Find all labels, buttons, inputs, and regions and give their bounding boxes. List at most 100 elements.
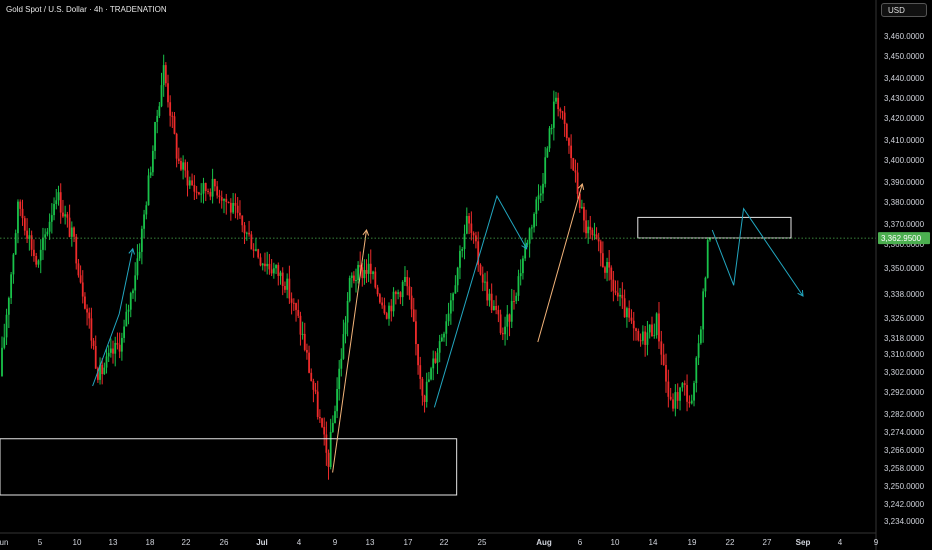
time-tick-label: 5 [38,538,43,547]
candle-body [669,396,672,400]
time-tick-label: 27 [763,538,772,547]
candle-body [252,249,255,251]
candle-body [120,337,123,352]
candle-body [490,293,493,311]
candle-body [630,317,633,321]
candle-body [297,309,300,316]
candle [548,126,551,152]
candle-body [272,268,275,274]
candle-body [70,227,73,237]
candle-body [227,202,230,204]
candle-body [12,254,15,275]
candle-body [513,301,515,303]
candle-body [180,161,182,170]
candle-body [619,294,621,297]
candle-body [544,157,547,184]
candle-body [497,309,500,315]
currency-button[interactable]: USD [881,3,927,17]
candle-body [169,102,172,116]
candle-body [537,195,540,200]
candle-body [75,236,78,264]
candle-body [336,388,338,412]
candle-body [495,305,498,310]
candle-body [587,226,590,234]
price-tick-label: 3,450.0000 [884,52,925,61]
candle-body [479,264,482,275]
candle-body [220,197,223,201]
candle-body [583,206,585,221]
candle-body [17,201,19,234]
candle-body [445,321,448,334]
time-tick-label: Aug [536,538,552,547]
time-tick-label: 18 [146,538,155,547]
candle-body [359,264,362,268]
candle-body [539,193,542,196]
candle-body [234,202,237,206]
candle-body [107,352,110,357]
candle-body [204,183,207,191]
candle-body [342,334,345,359]
candle-body [404,276,406,282]
candle-body [3,337,6,348]
candle-body [92,340,95,346]
candle-body [77,263,80,276]
price-tick-label: 3,282.0000 [884,410,925,419]
candle [14,229,17,255]
candle-body [456,267,459,286]
candle-body [412,309,415,322]
candle-body [132,290,134,294]
candle-body [44,234,47,238]
candle-body [19,201,22,209]
candle-body [608,262,611,268]
candle-body [245,232,248,234]
candle-body [218,195,221,198]
price-chart[interactable]: 3,460.0000 3,450.0000 3,440.0000 3,430.0000… [0,0,932,550]
candle-body [14,233,17,255]
candle-body [589,226,592,230]
candle-body [53,204,55,216]
candle [321,417,323,429]
candle-body [160,85,163,107]
candle-body [109,348,112,353]
candle-body [279,272,282,276]
candle-body [374,271,377,288]
candle-body [156,115,159,122]
candle-body [580,206,583,208]
candle-body [535,199,538,214]
candle-body [357,264,359,281]
candle-body [557,97,560,110]
candle [655,312,658,339]
candle-body [216,186,219,196]
candle-body [604,267,606,273]
price-tick-label: 3,440.0000 [884,74,925,83]
candle-body [346,300,349,323]
candle-body [361,267,364,279]
candle [378,292,381,304]
candle-body [488,293,491,301]
candle-body [510,301,513,322]
candle-body [270,269,273,274]
candle-body [1,347,3,376]
candle-body [134,275,137,291]
candle-body [48,221,51,232]
candle-body [182,162,185,170]
candle-body [314,389,317,392]
candle-body [329,431,332,467]
candle-body [421,378,424,396]
candle-body [679,387,681,401]
candle-body [365,269,368,274]
candle-body [468,215,470,224]
candle-body [561,111,564,113]
candle-body [665,365,667,382]
candle-body [37,260,40,265]
candle-body [318,416,321,419]
candle-body [331,422,334,432]
candle-body [7,298,10,315]
candle-body [658,313,660,342]
candle-body [372,271,374,275]
candle-body [138,251,141,259]
candle-body [149,172,152,176]
candle-body [504,326,506,335]
price-tick-label: 3,242.0000 [884,500,925,509]
candle-body [501,332,504,335]
